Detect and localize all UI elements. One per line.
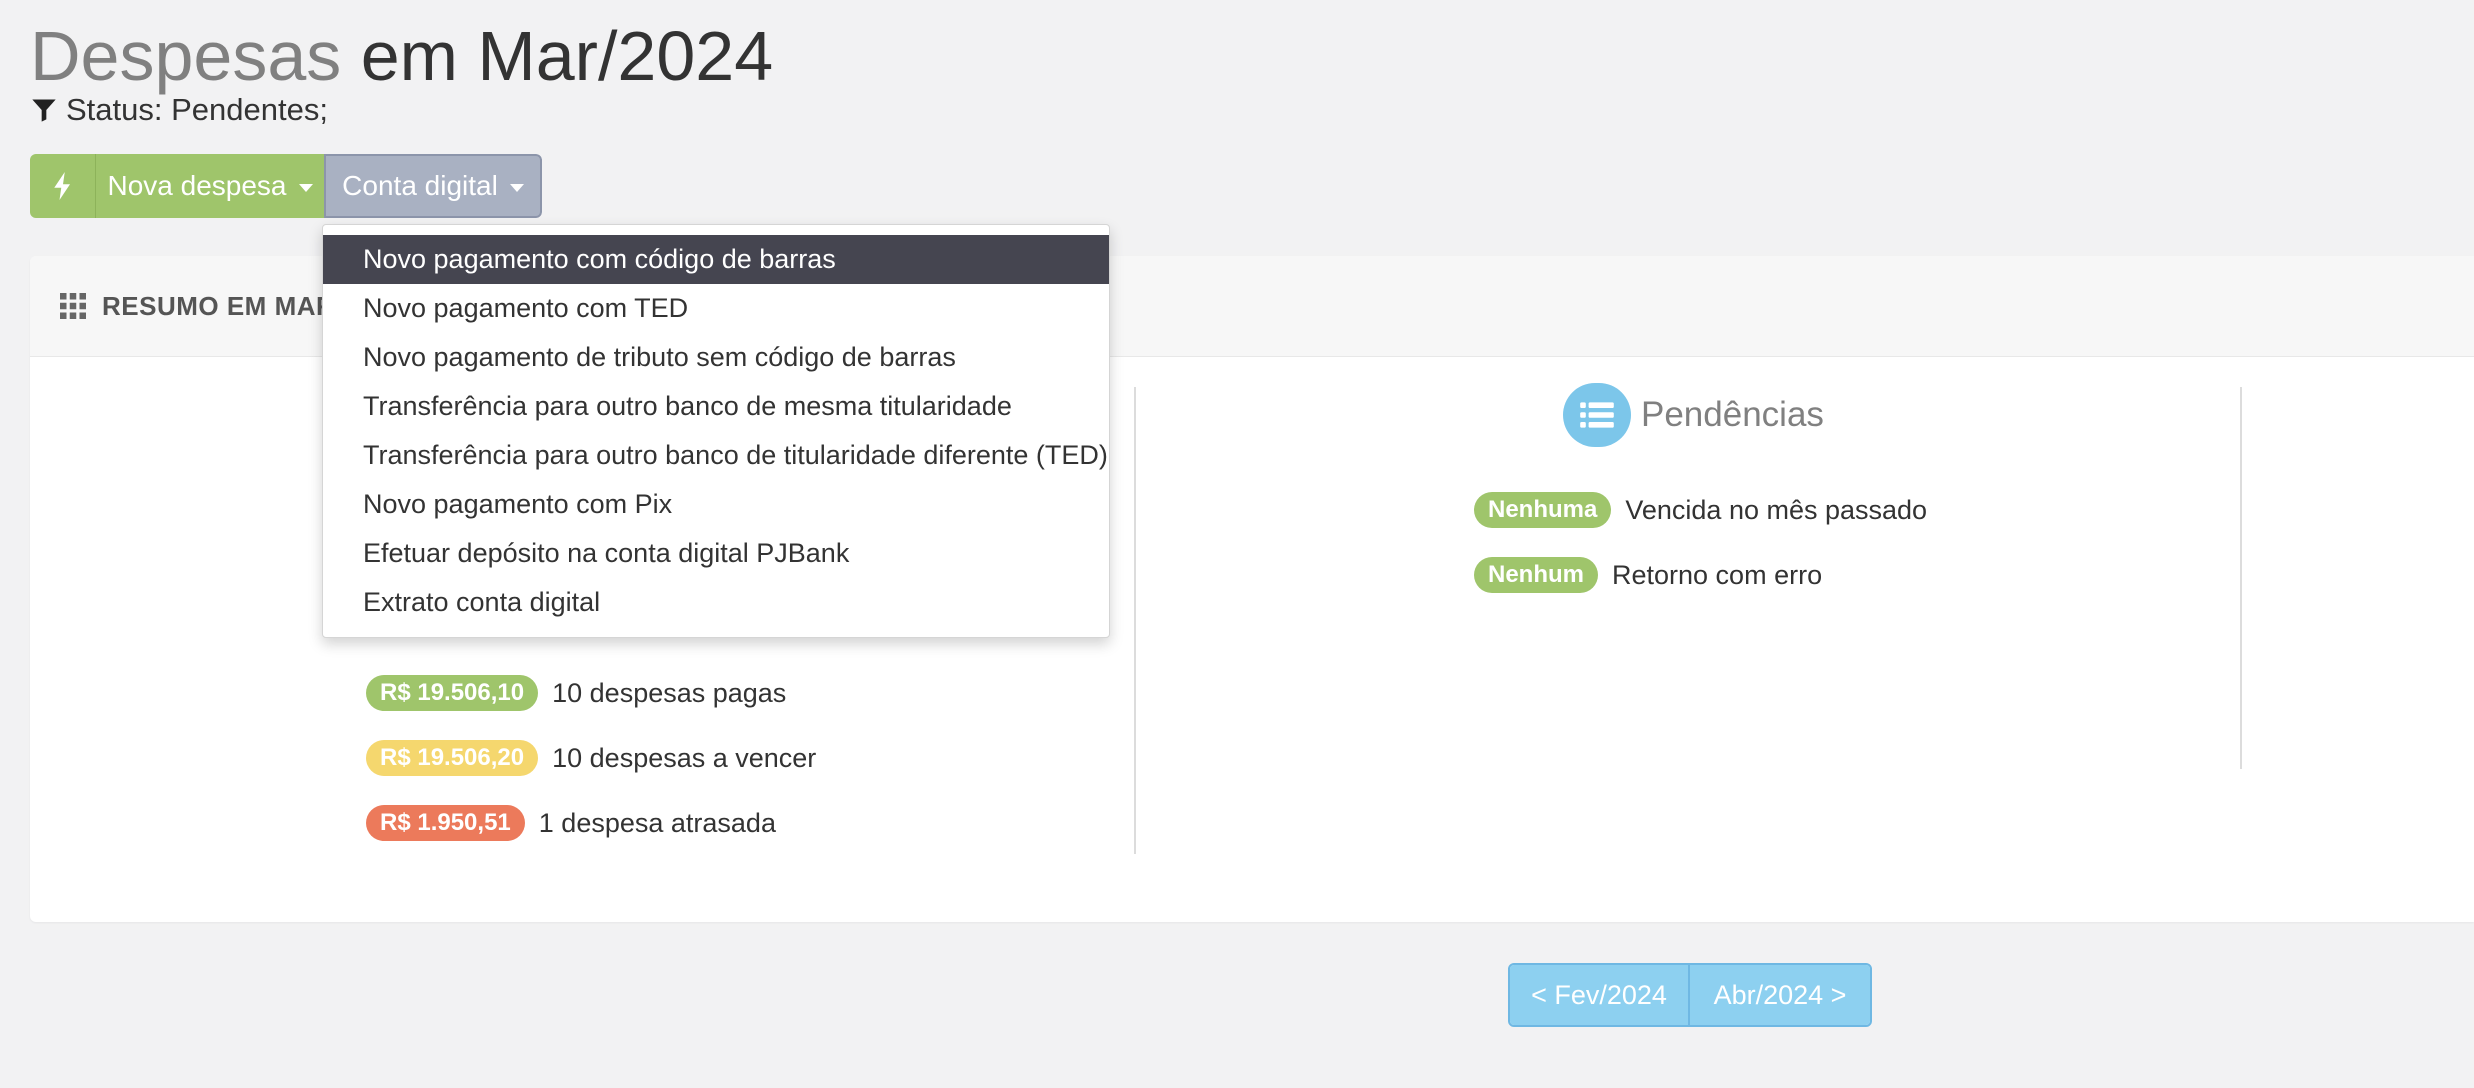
nova-despesa-button[interactable]: Nova despesa bbox=[96, 154, 324, 218]
column-divider bbox=[2240, 387, 2242, 769]
menu-item-pagamento-codigo-barras[interactable]: Novo pagamento com código de barras bbox=[323, 235, 1109, 284]
next-month-button[interactable]: Abr/2024 > bbox=[1690, 965, 1870, 1025]
menu-item-pagamento-tributo[interactable]: Novo pagamento de tributo sem código de … bbox=[323, 333, 1109, 382]
summary-text: 1 despesa atrasada bbox=[538, 807, 776, 838]
menu-item-pagamento-ted[interactable]: Novo pagamento com TED bbox=[323, 284, 1109, 333]
status-badge: Nenhuma bbox=[1474, 492, 1612, 528]
pendencia-row: Nenhuma Vencida no mês passado bbox=[1474, 492, 1927, 528]
page-title-period: em Mar/2024 bbox=[360, 17, 774, 95]
pendencia-text: Vencida no mês passado bbox=[1625, 494, 1928, 525]
page: Despesas em Mar/2024 Status: Pendentes; … bbox=[0, 0, 2474, 1088]
conta-digital-label: Conta digital bbox=[342, 170, 498, 201]
amount-badge: R$ 19.506,10 bbox=[366, 675, 539, 711]
page-title-main: Despesas bbox=[30, 17, 342, 95]
menu-item-deposito[interactable]: Efetuar depósito na conta digital PJBank bbox=[323, 529, 1109, 578]
prev-month-button[interactable]: < Fev/2024 bbox=[1510, 965, 1690, 1025]
summary-row-overdue: R$ 1.950,51 1 despesa atrasada bbox=[366, 805, 776, 841]
pendencias-label: Pendências bbox=[1641, 395, 1824, 434]
caret-down-icon bbox=[509, 184, 524, 192]
conta-digital-button[interactable]: Conta digital bbox=[324, 154, 542, 218]
list-icon bbox=[1563, 383, 1631, 447]
column-divider bbox=[1134, 387, 1136, 854]
pendencias-title: Pendências bbox=[1563, 383, 1824, 447]
summary-text: 10 despesas pagas bbox=[552, 677, 787, 708]
panel-title: RESUMO EM MAR bbox=[102, 290, 336, 321]
summary-text: 10 despesas a vencer bbox=[552, 742, 817, 773]
filter-icon bbox=[32, 99, 56, 122]
pendencia-row: Nenhum Retorno com erro bbox=[1474, 557, 1822, 593]
pendencia-text: Retorno com erro bbox=[1612, 559, 1823, 590]
amount-badge: R$ 19.506,20 bbox=[366, 740, 539, 776]
conta-digital-dropdown-menu: Novo pagamento com código de barras Novo… bbox=[322, 224, 1110, 638]
filter-status-text: Status: Pendentes; bbox=[66, 92, 328, 127]
filter-status: Status: Pendentes; bbox=[30, 90, 328, 130]
menu-item-transferencia-mesma-titularidade[interactable]: Transferência para outro banco de mesma … bbox=[323, 382, 1109, 431]
nova-despesa-label: Nova despesa bbox=[107, 170, 287, 201]
grid-icon bbox=[60, 293, 86, 319]
status-badge: Nenhum bbox=[1474, 557, 1598, 593]
caret-down-icon bbox=[298, 184, 313, 192]
menu-item-pagamento-pix[interactable]: Novo pagamento com Pix bbox=[323, 480, 1109, 529]
menu-item-extrato[interactable]: Extrato conta digital bbox=[323, 578, 1109, 627]
menu-item-transferencia-titularidade-diferente[interactable]: Transferência para outro banco de titula… bbox=[323, 431, 1109, 480]
page-title: Despesas em Mar/2024 bbox=[30, 14, 773, 98]
summary-row-due: R$ 19.506,20 10 despesas a vencer bbox=[366, 740, 816, 776]
bolt-icon bbox=[53, 172, 70, 200]
summary-row-paid: R$ 19.506,10 10 despesas pagas bbox=[366, 675, 786, 711]
amount-badge: R$ 1.950,51 bbox=[366, 805, 525, 841]
month-pagination: < Fev/2024 Abr/2024 > bbox=[1508, 963, 1872, 1027]
action-button-group: Nova despesa Conta digital bbox=[30, 154, 542, 218]
quick-action-button[interactable] bbox=[30, 154, 96, 218]
